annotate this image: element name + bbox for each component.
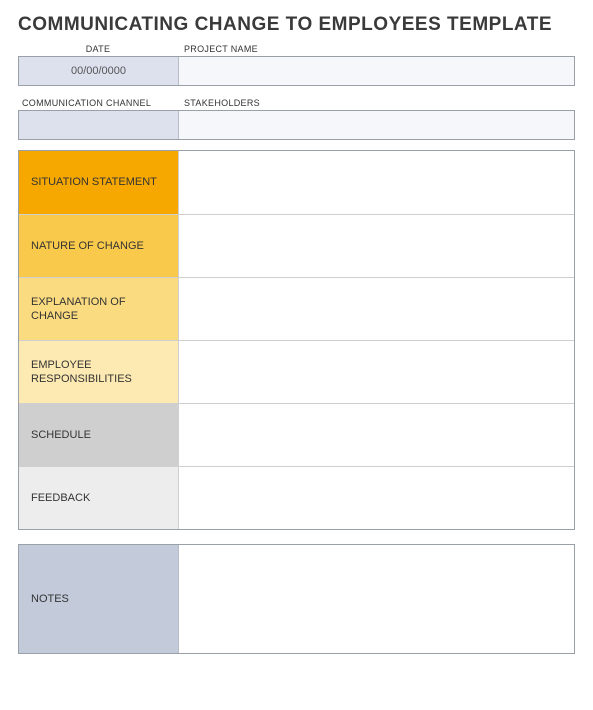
section-label-explanation-of-change: EXPLANATION OF CHANGE <box>19 278 179 340</box>
meta-block-channel-stakeholders: COMMUNICATION CHANNEL STAKEHOLDERS <box>18 96 575 140</box>
header-communication-channel: COMMUNICATION CHANNEL <box>18 96 178 110</box>
header-stakeholders: STAKEHOLDERS <box>178 96 575 110</box>
section-label-schedule: SCHEDULE <box>19 404 179 466</box>
section-label-employee-responsibilities: EMPLOYEE RESPONSIBILITIES <box>19 341 179 403</box>
notes-label: NOTES <box>19 545 179 653</box>
employee-responsibilities-input[interactable] <box>179 341 574 403</box>
section-label-nature-of-change: NATURE OF CHANGE <box>19 215 179 277</box>
project-name-input[interactable] <box>179 57 574 85</box>
notes-block: NOTES <box>18 544 575 654</box>
header-date: DATE <box>18 42 178 56</box>
section-label-situation-statement: SITUATION STATEMENT <box>19 151 179 214</box>
communication-channel-input[interactable] <box>19 111 179 139</box>
date-input[interactable]: 00/00/0000 <box>19 57 179 85</box>
page-title: COMMUNICATING CHANGE TO EMPLOYEES TEMPLA… <box>18 14 575 36</box>
schedule-input[interactable] <box>179 404 574 466</box>
section-label-feedback: FEEDBACK <box>19 467 179 529</box>
notes-input[interactable] <box>179 545 574 653</box>
sections-table: SITUATION STATEMENT NATURE OF CHANGE EXP… <box>18 150 575 530</box>
stakeholders-input[interactable] <box>179 111 574 139</box>
explanation-of-change-input[interactable] <box>179 278 574 340</box>
header-project-name: PROJECT NAME <box>178 42 575 56</box>
feedback-input[interactable] <box>179 467 574 529</box>
nature-of-change-input[interactable] <box>179 215 574 277</box>
situation-statement-input[interactable] <box>179 151 574 214</box>
meta-block-date-project: DATE PROJECT NAME 00/00/0000 <box>18 42 575 86</box>
